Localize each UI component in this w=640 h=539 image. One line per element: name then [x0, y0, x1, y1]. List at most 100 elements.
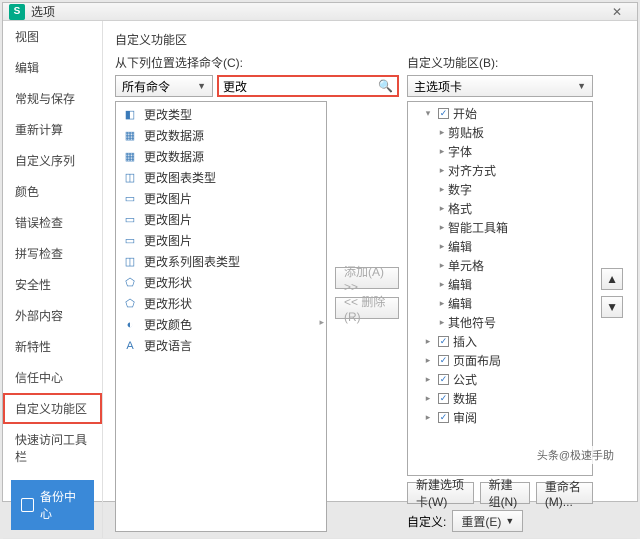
- command-icon: ▭: [122, 213, 138, 227]
- checkbox-icon[interactable]: [438, 108, 449, 119]
- command-item[interactable]: ▭更改图片: [116, 209, 326, 230]
- sidebar-item-13[interactable]: 快速访问工具栏: [3, 424, 102, 472]
- command-item[interactable]: A更改语言: [116, 335, 326, 356]
- command-item[interactable]: ▭更改图片: [116, 230, 326, 251]
- commands-source-select[interactable]: 所有命令 ▼: [115, 75, 213, 97]
- twisty-icon[interactable]: ▸: [436, 279, 448, 290]
- checkbox-icon[interactable]: [438, 412, 449, 423]
- move-down-button[interactable]: ▼: [601, 296, 623, 318]
- command-item[interactable]: ▦更改数据源: [116, 146, 326, 167]
- twisty-icon[interactable]: ▸: [436, 298, 448, 309]
- twisty-icon[interactable]: ▸: [422, 355, 434, 366]
- twisty-icon[interactable]: ▸: [436, 241, 448, 252]
- command-item[interactable]: ◧更改类型: [116, 104, 326, 125]
- tree-item[interactable]: ▸编辑: [408, 294, 592, 313]
- select-value: 所有命令: [122, 78, 170, 95]
- command-item[interactable]: ⬠更改形状: [116, 272, 326, 293]
- chevron-down-icon: ▼: [505, 516, 514, 526]
- twisty-icon[interactable]: ▾: [422, 108, 434, 119]
- twisty-icon[interactable]: ▸: [436, 184, 448, 195]
- checkbox-icon[interactable]: [438, 355, 449, 366]
- checkbox-icon[interactable]: [438, 374, 449, 385]
- twisty-icon[interactable]: ▸: [436, 317, 448, 328]
- app-logo: S: [9, 4, 25, 20]
- tree-item[interactable]: ▸编辑: [408, 237, 592, 256]
- sidebar-item-6[interactable]: 错误检查: [3, 207, 102, 238]
- sidebar-item-2[interactable]: 常规与保存: [3, 83, 102, 114]
- checkbox-icon[interactable]: [438, 393, 449, 404]
- twisty-icon[interactable]: ▸: [422, 374, 434, 385]
- command-item[interactable]: ◫更改图表类型: [116, 167, 326, 188]
- sidebar-item-9[interactable]: 外部内容: [3, 300, 102, 331]
- tree-item[interactable]: ▸编辑: [408, 275, 592, 294]
- command-icon: ◐: [122, 318, 138, 332]
- twisty-icon[interactable]: ▸: [436, 203, 448, 214]
- close-icon[interactable]: ✕: [603, 5, 631, 19]
- twisty-icon[interactable]: ▸: [422, 336, 434, 347]
- main-panel: 自定义功能区 从下列位置选择命令(C): 所有命令 ▼ 🔍: [103, 21, 637, 538]
- sidebar-item-3[interactable]: 重新计算: [3, 114, 102, 145]
- command-icon: ◫: [122, 255, 138, 269]
- command-item[interactable]: ▦更改数据源: [116, 125, 326, 146]
- twisty-icon[interactable]: ▸: [436, 260, 448, 271]
- twisty-icon[interactable]: ▸: [436, 165, 448, 176]
- tree-item[interactable]: ▸审阅: [408, 408, 592, 427]
- ribbon-target-select[interactable]: 主选项卡 ▼: [407, 75, 593, 97]
- twisty-icon[interactable]: ▸: [422, 412, 434, 423]
- tree-item[interactable]: ▸插入: [408, 332, 592, 351]
- sidebar-item-12[interactable]: 自定义功能区: [3, 393, 102, 424]
- twisty-icon[interactable]: ▸: [422, 393, 434, 404]
- backup-center-button[interactable]: 备份中心: [11, 480, 94, 530]
- command-item[interactable]: ⬠更改形状: [116, 293, 326, 314]
- checkbox-icon[interactable]: [438, 336, 449, 347]
- command-item[interactable]: ◫更改系列图表类型: [116, 251, 326, 272]
- tree-item[interactable]: ▸字体: [408, 142, 592, 161]
- command-icon: ◧: [122, 108, 138, 122]
- reset-button[interactable]: 重置(E) ▼: [452, 510, 523, 532]
- sidebar-item-4[interactable]: 自定义序列: [3, 145, 102, 176]
- tree-item[interactable]: ▸单元格: [408, 256, 592, 275]
- sidebar-item-8[interactable]: 安全性: [3, 269, 102, 300]
- command-icon: ⬠: [122, 297, 138, 311]
- tree-item[interactable]: ▸其他符号: [408, 313, 592, 332]
- sidebar-item-11[interactable]: 信任中心: [3, 362, 102, 393]
- sidebar-item-0[interactable]: 视图: [3, 21, 102, 52]
- chevron-down-icon: ▼: [577, 81, 586, 91]
- tree-item[interactable]: ▸智能工具箱: [408, 218, 592, 237]
- twisty-icon[interactable]: ▸: [436, 127, 448, 138]
- group-title: 自定义功能区: [115, 31, 625, 48]
- tree-item[interactable]: ▸数据: [408, 389, 592, 408]
- move-up-button[interactable]: ▲: [601, 268, 623, 290]
- tree-item[interactable]: ▾开始: [408, 104, 592, 123]
- tree-item[interactable]: ▸格式: [408, 199, 592, 218]
- sidebar-item-7[interactable]: 拼写检查: [3, 238, 102, 269]
- tree-item[interactable]: ▸公式: [408, 370, 592, 389]
- commands-list[interactable]: ▸ ◧更改类型▦更改数据源▦更改数据源◫更改图表类型▭更改图片▭更改图片▭更改图…: [115, 101, 327, 532]
- add-button[interactable]: 添加(A) >>: [335, 267, 399, 289]
- remove-button[interactable]: << 删除(R): [335, 297, 399, 319]
- twisty-icon[interactable]: ▸: [436, 146, 448, 157]
- tree-item[interactable]: ▸对齐方式: [408, 161, 592, 180]
- sidebar-item-1[interactable]: 编辑: [3, 52, 102, 83]
- tree-item[interactable]: ▸数字: [408, 180, 592, 199]
- command-item[interactable]: ▭更改图片: [116, 188, 326, 209]
- sidebar-item-10[interactable]: 新特性: [3, 331, 102, 362]
- tree-item[interactable]: ▸剪贴板: [408, 123, 592, 142]
- command-item[interactable]: ◐更改颜色: [116, 314, 326, 335]
- tree-item[interactable]: ▸页面布局: [408, 351, 592, 370]
- new-group-button[interactable]: 新建组(N): [480, 482, 530, 504]
- command-icon: ▦: [122, 150, 138, 164]
- new-tab-button[interactable]: 新建选项卡(W): [407, 482, 474, 504]
- twisty-icon[interactable]: ▸: [436, 222, 448, 233]
- command-icon: ▦: [122, 129, 138, 143]
- command-icon: A: [122, 339, 138, 353]
- backup-label: 备份中心: [40, 488, 84, 522]
- command-icon: ◫: [122, 171, 138, 185]
- sidebar: 视图编辑常规与保存重新计算自定义序列颜色错误检查拼写检查安全性外部内容新特性信任…: [3, 21, 103, 538]
- command-icon: ⬠: [122, 276, 138, 290]
- rename-button[interactable]: 重命名(M)...: [536, 482, 593, 504]
- backup-icon: [21, 498, 34, 512]
- ribbon-tree[interactable]: ▾开始▸剪贴板▸字体▸对齐方式▸数字▸格式▸智能工具箱▸编辑▸单元格▸编辑▸编辑…: [407, 101, 593, 476]
- sidebar-item-5[interactable]: 颜色: [3, 176, 102, 207]
- choose-from-label: 从下列位置选择命令(C):: [115, 54, 327, 71]
